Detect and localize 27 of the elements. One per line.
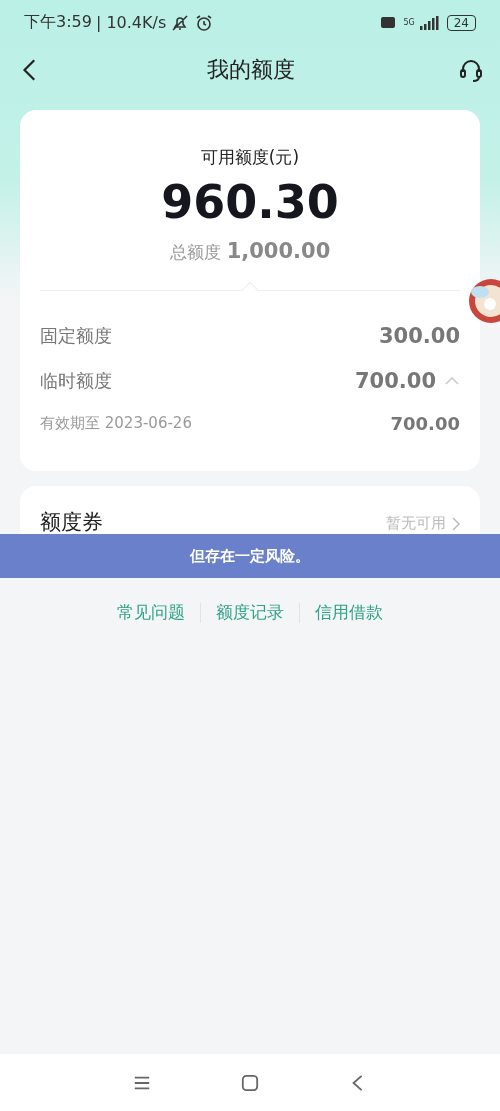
battery-indicator: 24 <box>446 14 476 31</box>
coupon-label: 额度券 <box>40 509 103 536</box>
quota-value: 700.00 <box>354 368 436 393</box>
signal-icon <box>418 15 439 30</box>
home-icon[interactable] <box>241 1073 259 1092</box>
mute-icon <box>170 12 191 33</box>
quota-value: 700.00 <box>390 412 460 434</box>
quota-label: 临时额度 <box>40 368 112 393</box>
footer-link[interactable]: 额度记录 <box>216 601 284 624</box>
status-time: 下午3:59 <box>24 12 92 33</box>
available-amount: 960.30 <box>161 175 339 229</box>
footer-link[interactable]: 常见问题 <box>117 601 185 624</box>
network-speed: | 10.4K/s <box>95 13 167 32</box>
quota-value: 300.00 <box>378 323 460 348</box>
network-type: 5G <box>403 18 415 27</box>
available-label: 可用额度(元) <box>200 146 300 169</box>
mascot-drawing[interactable] <box>466 276 500 326</box>
quota-label: 固定额度 <box>40 323 112 348</box>
total-amount: 1,000.00 <box>226 239 331 263</box>
headset-icon[interactable] <box>458 57 484 83</box>
coupon-status: 暂无可用 <box>386 514 446 533</box>
page-title: 我的额度 <box>207 56 295 84</box>
quota-label: 有效期至 2023-06-26 <box>40 413 192 433</box>
footer-link[interactable]: 信用借款 <box>315 601 383 624</box>
caption-text: 但存在一定风险。 <box>190 546 310 566</box>
total-label: 总额度 <box>169 241 221 264</box>
chevron-right-icon <box>452 516 460 531</box>
